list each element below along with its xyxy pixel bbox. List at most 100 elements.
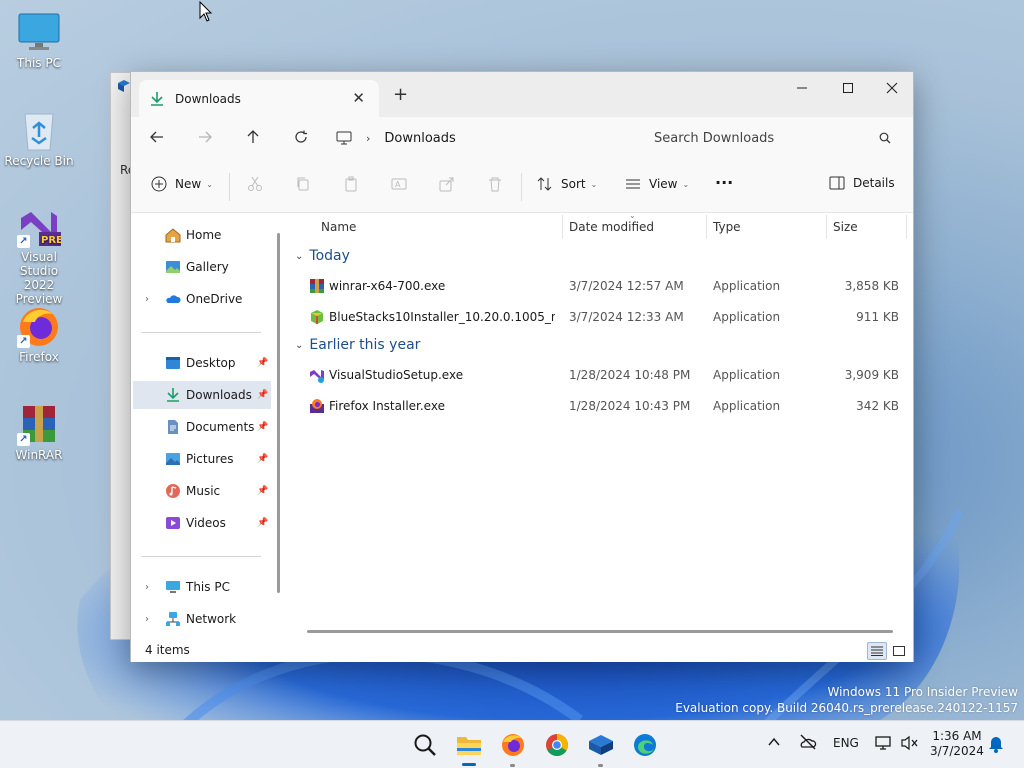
file-row[interactable]: BlueStacks10Installer_10.20.0.1005_nativ…: [291, 302, 907, 332]
search-input[interactable]: Search Downloads: [654, 131, 879, 146]
view-button[interactable]: View ⌄: [625, 176, 689, 192]
share-button[interactable]: [439, 176, 455, 192]
pin-icon[interactable]: 📌: [257, 390, 268, 400]
nav-item-network[interactable]: › Network: [133, 605, 271, 633]
sort-button[interactable]: Sort ⌄: [537, 176, 597, 192]
nav-item-music[interactable]: Music 📌: [133, 477, 271, 505]
nav-item-gallery[interactable]: Gallery: [133, 253, 271, 281]
sort-label: Sort: [561, 177, 586, 191]
maximize-button[interactable]: [825, 72, 871, 104]
nav-item-this-pc[interactable]: › This PC: [133, 573, 271, 601]
file-row[interactable]: Firefox Installer.exe 1/28/2024 10:43 PM…: [291, 391, 907, 421]
close-tab-icon[interactable]: ✕: [352, 89, 365, 107]
address-path: Downloads: [384, 130, 456, 146]
column-divider[interactable]: [826, 215, 827, 239]
taskbar-app-button[interactable]: [587, 731, 615, 759]
winrar-file-icon: [310, 279, 324, 293]
file-row[interactable]: winrar-x64-700.exe 3/7/2024 12:57 AM App…: [291, 271, 907, 301]
pin-icon[interactable]: 📌: [257, 422, 268, 432]
column-header-type[interactable]: Type: [713, 213, 741, 241]
rename-button[interactable]: A: [391, 176, 407, 192]
edge-icon: [634, 734, 656, 756]
taskbar-edge-button[interactable]: [631, 731, 659, 759]
minimize-button[interactable]: [779, 72, 825, 104]
file-name: VisualStudioSetup.exe: [329, 368, 464, 382]
clock[interactable]: 1:36 AM 3/7/2024: [928, 729, 986, 759]
nav-item-desktop[interactable]: Desktop 📌: [133, 349, 271, 377]
show-hidden-icons-button[interactable]: [768, 736, 780, 750]
new-tab-button[interactable]: +: [393, 84, 408, 105]
close-button[interactable]: [869, 72, 915, 104]
computer-icon: [336, 131, 352, 145]
pin-icon[interactable]: 📌: [257, 358, 268, 368]
copy-button[interactable]: [295, 176, 311, 192]
desktop-icon-label: Recycle Bin: [4, 154, 74, 168]
taskbar-firefox-button[interactable]: [499, 731, 527, 759]
desktop-icon-visual-studio[interactable]: PRE ↗ Visual Studio 2022 Preview: [4, 204, 74, 306]
group-label: Earlier this year: [309, 337, 421, 353]
running-app-indicator: [598, 764, 603, 767]
column-header-name[interactable]: Name: [321, 213, 356, 241]
nav-item-onedrive[interactable]: › OneDrive: [133, 285, 271, 313]
taskbar-chrome-button[interactable]: [543, 731, 571, 759]
pin-icon[interactable]: 📌: [257, 518, 268, 528]
up-button[interactable]: [241, 127, 265, 151]
desktop-icon-this-pc[interactable]: This PC: [4, 10, 74, 70]
delete-button[interactable]: [487, 176, 503, 192]
file-size: 911 KB: [856, 310, 899, 324]
column-header-size[interactable]: Size: [833, 213, 858, 241]
desktop-icon-recycle-bin[interactable]: Recycle Bin: [4, 108, 74, 168]
taskbar-search-button[interactable]: [411, 731, 439, 759]
file-size: 3,909 KB: [844, 368, 899, 382]
cut-button[interactable]: [247, 176, 263, 192]
address-bar[interactable]: › Downloads: [336, 124, 628, 152]
column-divider[interactable]: [562, 215, 563, 239]
more-options-button[interactable]: ···: [715, 173, 733, 192]
title-bar[interactable]: Downloads ✕ +: [131, 72, 913, 117]
nav-item-home[interactable]: Home: [133, 221, 271, 249]
desktop-icon-firefox[interactable]: ↗ Firefox: [4, 304, 74, 364]
volume-tray-button[interactable]: [901, 735, 919, 754]
group-header-today[interactable]: ⌄ Today: [295, 248, 350, 264]
monitor-icon: [17, 10, 61, 54]
item-count: 4 items: [145, 643, 190, 657]
tab-downloads[interactable]: Downloads ✕: [139, 80, 379, 117]
details-button[interactable]: Details: [829, 176, 895, 190]
back-button[interactable]: [145, 127, 169, 151]
tiles-view-button[interactable]: [889, 642, 909, 660]
refresh-button[interactable]: [289, 127, 313, 151]
rename-icon: A: [391, 178, 407, 190]
language-indicator[interactable]: ENG: [833, 736, 859, 750]
group-label: Today: [309, 248, 350, 264]
taskbar-file-explorer-button[interactable]: [455, 731, 483, 759]
nav-item-videos[interactable]: Videos 📌: [133, 509, 271, 537]
column-divider[interactable]: [706, 215, 707, 239]
nav-item-pictures[interactable]: Pictures 📌: [133, 445, 271, 473]
column-divider[interactable]: [906, 215, 907, 239]
pin-icon[interactable]: 📌: [257, 486, 268, 496]
search-box[interactable]: Search Downloads: [643, 124, 905, 152]
file-row[interactable]: VisualStudioSetup.exe 1/28/2024 10:48 PM…: [291, 360, 907, 390]
new-button[interactable]: New ⌄: [151, 176, 213, 192]
details-view-button[interactable]: [867, 642, 887, 660]
horizontal-scrollbar[interactable]: [307, 630, 893, 633]
pin-icon[interactable]: 📌: [257, 454, 268, 464]
winrar-icon: ↗: [17, 402, 61, 446]
nav-item-downloads[interactable]: Downloads 📌: [133, 381, 271, 409]
chevron-right-icon[interactable]: ›: [145, 294, 149, 305]
music-icon: [166, 484, 180, 498]
notifications-button[interactable]: [988, 735, 1004, 756]
tiles-view-icon: [893, 646, 905, 656]
nav-item-documents[interactable]: Documents 📌: [133, 413, 271, 441]
onedrive-tray-button[interactable]: [799, 734, 817, 753]
forward-button[interactable]: [193, 127, 217, 151]
chevron-right-icon[interactable]: ›: [145, 582, 149, 593]
file-name: winrar-x64-700.exe: [329, 279, 446, 293]
group-header-earlier[interactable]: ⌄ Earlier this year: [295, 337, 420, 353]
chevron-right-icon[interactable]: ›: [145, 614, 149, 625]
nav-scrollbar[interactable]: [277, 233, 280, 593]
paste-button[interactable]: [343, 176, 359, 192]
column-header-date[interactable]: Date modified: [569, 213, 654, 241]
desktop-icon-winrar[interactable]: ↗ WinRAR: [4, 402, 74, 462]
network-tray-button[interactable]: [875, 735, 893, 754]
